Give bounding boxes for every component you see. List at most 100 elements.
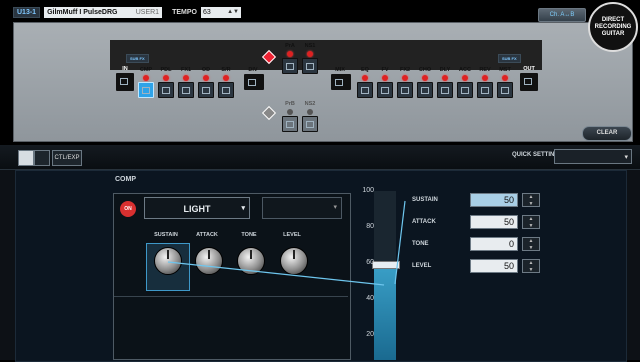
quick-setting-label: QUICK SETTING bbox=[512, 152, 560, 158]
block-label: PDL bbox=[160, 67, 172, 73]
chain-block[interactable]: CMP bbox=[137, 66, 155, 98]
div-label: DIV bbox=[248, 67, 258, 73]
block-icon bbox=[377, 82, 393, 98]
chain-block[interactable]: OD bbox=[197, 66, 215, 98]
chain-ns1[interactable]: NS1 bbox=[301, 42, 319, 74]
block-icon bbox=[397, 82, 413, 98]
tempo-field[interactable]: 63 ▲▼ bbox=[200, 6, 241, 18]
pra-led bbox=[287, 51, 293, 57]
block-led bbox=[143, 75, 149, 81]
slider-tick: 100 bbox=[362, 187, 374, 194]
quick-setting-select[interactable]: ▾ bbox=[554, 149, 632, 164]
block-icon bbox=[357, 82, 373, 98]
knob[interactable] bbox=[237, 247, 265, 275]
block-label: EQ bbox=[361, 67, 369, 73]
patch-id[interactable]: U13-1 bbox=[13, 6, 41, 18]
stepper-icon[interactable]: ▲ ▼ bbox=[522, 237, 540, 251]
block-led bbox=[203, 75, 209, 81]
ns1-led bbox=[307, 51, 313, 57]
block-label: OD bbox=[201, 67, 211, 73]
param-value-field[interactable]: 50 bbox=[470, 215, 518, 229]
block-led bbox=[402, 75, 408, 81]
param-value-field[interactable]: 50 bbox=[470, 193, 518, 207]
tempo-stepper-icon[interactable]: ▲▼ bbox=[227, 7, 239, 18]
stepper-icon[interactable]: ▲ ▼ bbox=[522, 259, 540, 273]
block-label: MST bbox=[499, 67, 511, 73]
param-label: TONE bbox=[412, 241, 429, 247]
block-label: FX1 bbox=[180, 67, 192, 73]
slider-tick: 40 bbox=[366, 295, 374, 302]
on-button[interactable]: ON bbox=[120, 201, 136, 217]
chevron-down-icon: ▾ bbox=[333, 204, 337, 211]
chain-block[interactable]: FV bbox=[376, 66, 394, 98]
chain-block[interactable]: PDL bbox=[157, 66, 175, 98]
param-value-field[interactable]: 0 bbox=[470, 237, 518, 251]
chain-block[interactable]: CHO bbox=[416, 66, 434, 98]
block-icon bbox=[138, 82, 154, 98]
knob[interactable] bbox=[154, 247, 182, 275]
out-label: OUT bbox=[523, 66, 535, 72]
chain-ns2[interactable]: NS2 bbox=[301, 100, 319, 132]
block-label: S/R bbox=[221, 67, 231, 73]
chain-block[interactable]: ACC bbox=[456, 66, 474, 98]
chain-out[interactable]: OUT bbox=[520, 65, 538, 91]
ctl-exp-button[interactable]: CTL/EXP bbox=[52, 150, 82, 166]
block-icon bbox=[457, 82, 473, 98]
knob-label: LEVEL bbox=[283, 232, 301, 238]
channel-button[interactable]: Ch. A↔B bbox=[538, 8, 586, 22]
param-label: LEVEL bbox=[412, 263, 432, 269]
prb-icon bbox=[282, 116, 298, 132]
block-led bbox=[422, 75, 428, 81]
ns1-label: NS1 bbox=[304, 43, 316, 49]
sub-fx-badge-right[interactable]: SUB FX bbox=[498, 54, 521, 63]
sub-fx-badge-left[interactable]: SUB FX bbox=[126, 54, 149, 63]
section-title: COMP bbox=[115, 176, 136, 183]
type-value: LIGHT bbox=[183, 204, 211, 214]
chain-block[interactable]: EQ bbox=[356, 66, 374, 98]
block-led bbox=[223, 75, 229, 81]
mix-icon bbox=[331, 74, 351, 90]
param-value-field[interactable]: 50 bbox=[470, 259, 518, 273]
stepper-icon[interactable]: ▲ ▼ bbox=[522, 215, 540, 229]
block-label: FX2 bbox=[399, 67, 411, 73]
clear-button[interactable]: CLEAR bbox=[582, 126, 632, 141]
chain-block[interactable]: FX2 bbox=[396, 66, 414, 98]
chain-prb[interactable]: PrB bbox=[281, 100, 299, 132]
divider-block[interactable]: DIV bbox=[244, 66, 264, 90]
ns2-label: NS2 bbox=[304, 101, 316, 107]
block-icon bbox=[158, 82, 174, 98]
mixer-block[interactable]: MIX bbox=[331, 66, 351, 90]
chain-pra[interactable]: PrA bbox=[281, 42, 299, 74]
prb-label: PrB bbox=[285, 101, 295, 107]
block-led bbox=[502, 75, 508, 81]
tempo-label: TEMPO bbox=[172, 8, 197, 16]
type-select[interactable]: LIGHT ▾ bbox=[144, 197, 250, 219]
ns2-led bbox=[307, 109, 313, 115]
block-label: REV bbox=[479, 67, 491, 73]
chevron-down-icon: ▾ bbox=[624, 154, 628, 161]
stepper-icon[interactable]: ▲ ▼ bbox=[522, 193, 540, 207]
chain-block[interactable]: S/R bbox=[217, 66, 235, 98]
variation-select[interactable]: ▾ bbox=[262, 197, 342, 219]
block-icon bbox=[497, 82, 513, 98]
chevron-down-icon: ▾ bbox=[241, 205, 245, 212]
chain-block[interactable]: DLY bbox=[436, 66, 454, 98]
block-icon bbox=[178, 82, 194, 98]
block-led bbox=[163, 75, 169, 81]
block-led bbox=[482, 75, 488, 81]
chain-block[interactable]: MST bbox=[496, 66, 514, 98]
knob-view-button[interactable] bbox=[18, 150, 34, 166]
chain-block[interactable]: FX1 bbox=[177, 66, 195, 98]
block-led bbox=[362, 75, 368, 81]
chain-in[interactable]: IN bbox=[116, 65, 134, 91]
knob[interactable] bbox=[195, 247, 223, 275]
knob-label: ATTACK bbox=[196, 232, 218, 238]
mix-label: MIX bbox=[335, 67, 345, 73]
list-view-icon[interactable] bbox=[34, 150, 50, 166]
patch-name-text: GilmMuff I PulseDRG bbox=[47, 8, 118, 16]
value-slider-thumb[interactable] bbox=[372, 260, 400, 269]
knob[interactable] bbox=[280, 247, 308, 275]
patch-name[interactable]: GilmMuff I PulseDRG USER1 bbox=[44, 6, 163, 18]
block-icon bbox=[198, 82, 214, 98]
chain-block[interactable]: REV bbox=[476, 66, 494, 98]
